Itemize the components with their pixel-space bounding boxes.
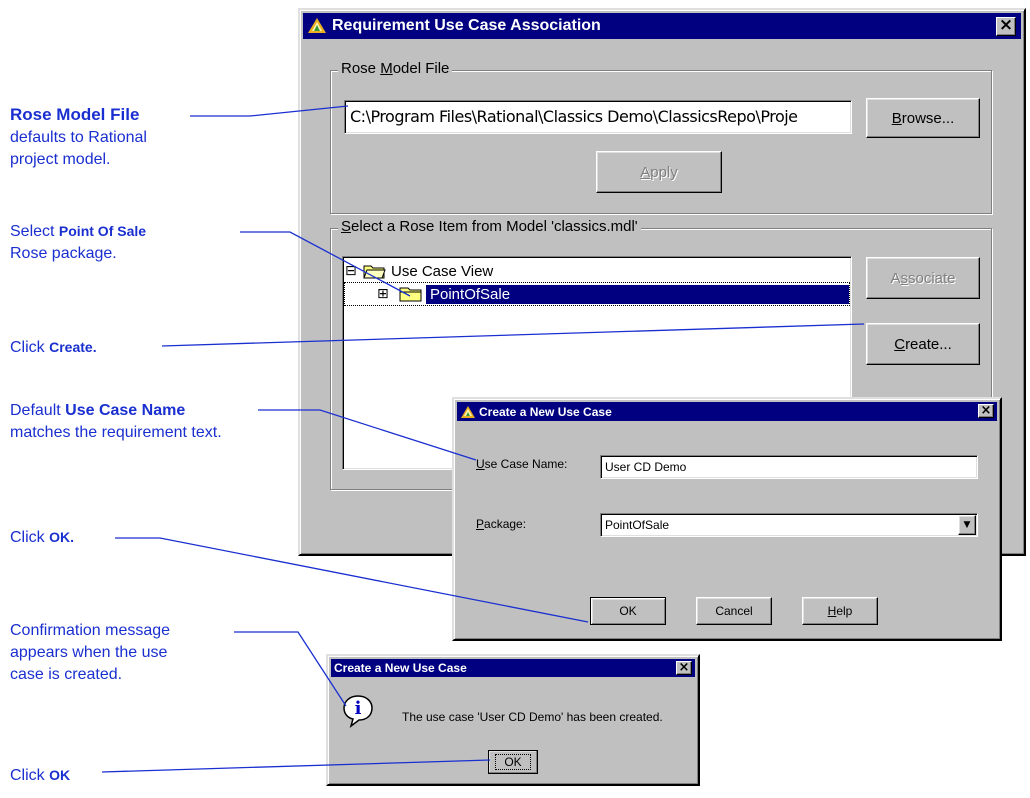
create-use-case-title-bar[interactable]: Create a New Use Case — [457, 402, 997, 421]
confirmation-ok-button[interactable]: OK — [488, 750, 538, 774]
information-icon: i — [342, 694, 374, 728]
chevron-down-icon: ▼ — [963, 520, 971, 530]
rose-model-file-group-label: Rose Model File — [338, 60, 453, 77]
cancel-button[interactable]: Cancel — [696, 597, 772, 625]
rational-logo-icon — [460, 405, 476, 419]
ok-button[interactable]: OK — [590, 597, 666, 625]
annotation-click-ok-2: Click OK — [10, 767, 71, 784]
confirmation-title: Create a New Use Case — [334, 661, 467, 675]
select-rose-item-group-label: Select a Rose Item from Model 'classics.… — [338, 218, 641, 235]
tree-node-use-case-view[interactable]: ⊟ Use Case View — [345, 261, 493, 281]
create-use-case-close-button[interactable]: × — [978, 404, 994, 418]
create-use-case-title: Create a New Use Case — [479, 404, 612, 419]
create-button[interactable]: Create... — [866, 323, 980, 365]
use-case-name-label: Use Case Name: — [476, 457, 568, 471]
package-label: Package: — [476, 517, 527, 531]
annotation-rose-model-file: Rose Model File defaults to Rational pro… — [10, 105, 147, 168]
annotation-select-point-of-sale: Select Point Of Sale Rose package. — [10, 223, 147, 262]
dropdown-arrow-button[interactable]: ▼ — [958, 515, 976, 535]
confirmation-close-button[interactable]: × — [676, 661, 692, 675]
annotation-click-create: Click Create. — [10, 339, 97, 356]
close-icon: × — [678, 660, 690, 675]
tree-node-pointofsale[interactable]: ⊞ PointOfSale — [344, 282, 850, 306]
use-case-name-input[interactable]: User CD Demo — [600, 455, 978, 479]
help-button[interactable]: Help — [802, 597, 878, 625]
main-close-button[interactable]: × — [996, 17, 1016, 36]
close-icon: × — [998, 15, 1014, 35]
main-title-bar[interactable]: Requirement Use Case Association — [303, 13, 1021, 39]
confirmation-title-bar[interactable]: Create a New Use Case — [331, 659, 695, 677]
create-use-case-dialog: Create a New Use Case × Use Case Name: U… — [452, 397, 1002, 641]
collapse-icon[interactable]: ⊟ — [345, 263, 361, 279]
main-title: Requirement Use Case Association — [332, 17, 601, 34]
open-folder-icon — [363, 262, 387, 280]
model-path-input[interactable]: C:\Program Files\Rational\Classics Demo\… — [344, 100, 852, 134]
tree-node-label-selected: PointOfSale — [426, 284, 849, 304]
confirmation-dialog: Create a New Use Case × i The use case '… — [326, 654, 700, 786]
annotation-confirmation: Confirmation message appears when the us… — [10, 622, 171, 683]
browse-button[interactable]: Browse... — [866, 98, 980, 138]
package-select[interactable]: PointOfSale ▼ — [600, 513, 978, 537]
tree-node-label: Use Case View — [391, 262, 494, 280]
close-icon: × — [980, 403, 992, 418]
associate-button[interactable]: As sociate — [866, 257, 980, 299]
confirmation-message: The use case 'User CD Demo' has been cre… — [402, 710, 663, 724]
apply-button[interactable]: Apply — [596, 151, 722, 193]
rational-logo-icon — [307, 17, 327, 35]
annotation-click-ok-1: Click OK. — [10, 529, 74, 546]
expand-icon[interactable]: ⊞ — [377, 286, 393, 302]
folder-icon — [399, 285, 423, 303]
annotation-default-use-case-name: Default Use Case Name matches the requir… — [10, 402, 222, 441]
